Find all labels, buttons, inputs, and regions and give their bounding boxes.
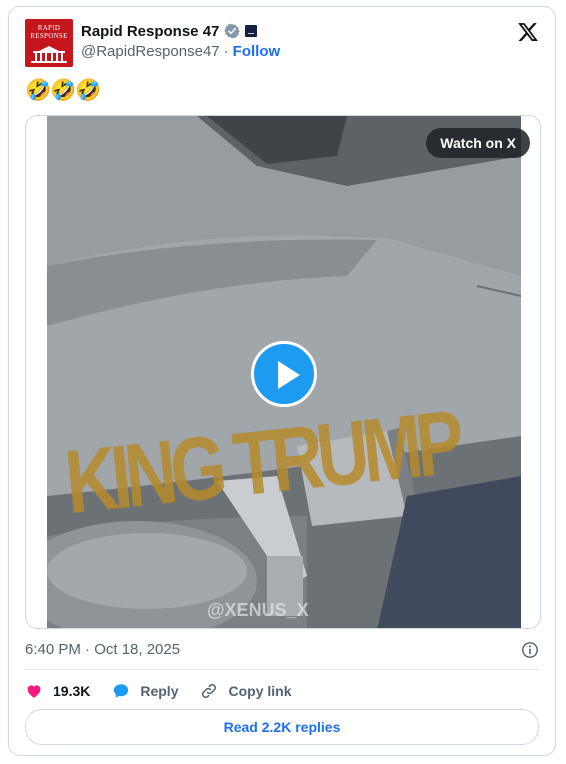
avatar-logo-text: RAPID RESPONSE [30,24,68,40]
like-button[interactable]: 19.3K [25,682,90,700]
action-bar: 19.3K Reply Copy link [25,679,292,703]
white-house-icon [31,46,67,63]
info-icon[interactable] [521,641,539,659]
post-timestamp[interactable]: 6:40 PM · Oct 18, 2025 [25,641,180,658]
x-logo-icon[interactable] [517,21,539,43]
read-replies-button[interactable]: Read 2.2K replies [25,709,539,745]
government-flag-icon [245,25,258,37]
separator-dot: · [223,43,229,60]
heart-icon [27,685,41,698]
copy-link-button[interactable]: Copy link [200,682,292,700]
play-button[interactable] [251,341,317,407]
divider [25,669,539,670]
play-icon [278,361,300,389]
like-count: 19.3K [53,683,91,699]
author-handle[interactable]: @RapidResponse47 [81,43,220,60]
video-watermark: @XENUS_X [207,600,309,620]
reply-button[interactable]: Reply [112,682,178,700]
reply-bubble-icon [114,684,129,698]
avatar[interactable]: RAPID RESPONSE [25,19,73,67]
author-name-row: Rapid Response 47 [81,21,258,41]
link-icon [202,683,217,699]
tweet-card: RAPID RESPONSE Rapid Response 47 @RapidRe… [8,6,556,756]
author-name[interactable]: Rapid Response 47 [81,23,219,40]
copy-link-label: Copy link [228,683,292,699]
follow-button[interactable]: Follow [233,43,281,60]
post-text: 🤣🤣🤣 [25,79,101,102]
handle-row: @RapidResponse47 · Follow [81,43,280,60]
reply-label: Reply [140,683,179,699]
verified-badge-icon [224,23,241,39]
video-media[interactable]: KING TRUMP @XENUS_X Watch on X [25,115,541,629]
watch-on-x-button[interactable]: Watch on X [426,128,530,158]
